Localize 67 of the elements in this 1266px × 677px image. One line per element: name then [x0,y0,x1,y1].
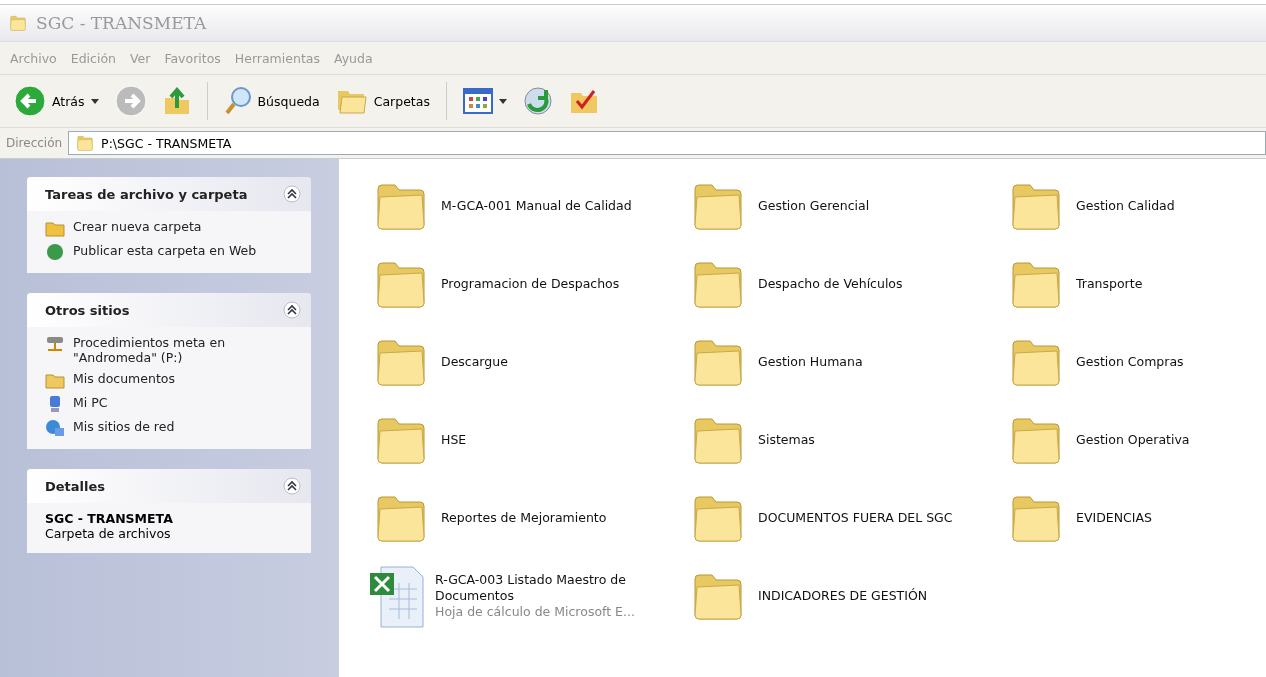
folder-icon [375,259,427,309]
folder-icon [692,571,744,621]
folder-icon [1010,259,1062,309]
grid-view-icon [462,88,493,114]
folder-name[interactable]: Despacho de Vehículos [758,276,903,292]
folder-icon [1010,337,1062,387]
folder-icon [1010,415,1062,465]
task-link[interactable]: Publicar esta carpeta en Web [45,243,297,261]
folder-icon [45,219,65,237]
caret-icon [90,98,99,104]
folder-icon [692,415,744,465]
collapse-icon[interactable] [283,301,301,319]
task-link[interactable]: Mis sitios de red [45,419,297,437]
task-link[interactable]: Procedimientos meta en "Andromeda" (P:) [45,335,297,365]
folders-button[interactable]: Carpetas [331,85,434,117]
caret-icon [498,98,507,104]
folder-name[interactable]: Reportes de Mejoramiento [441,510,607,526]
collapse-icon[interactable] [283,185,301,203]
panel-title: Tareas de archivo y carpeta [45,186,248,202]
folder-icon [1010,493,1062,543]
folder-icon [375,337,427,387]
folder-name[interactable]: Transporte [1076,276,1143,292]
folder-name[interactable]: Gestion Humana [758,354,863,370]
folder-icon [375,181,427,231]
folder-check-icon [568,87,599,115]
folder-icon [692,181,744,231]
folder-name[interactable]: Gestion Calidad [1076,198,1175,214]
network-drive-icon [45,335,65,353]
address-label: Dirección [6,136,63,150]
file-name[interactable]: R-GCA-003 Listado Maestro de Documentos [435,572,675,604]
folder-name[interactable]: Sistemas [758,432,815,448]
detail-type: Carpeta de archivos [45,526,172,541]
folder-name[interactable]: HSE [441,432,467,448]
search-button[interactable]: Búsqueda [219,84,324,118]
folder-name[interactable]: DOCUMENTOS FUERA DEL SGC [758,510,953,526]
folder-name[interactable]: Gestion Operativa [1076,432,1190,448]
back-button[interactable]: Atrás [10,83,103,119]
folder-name[interactable]: M-GCA-001 Manual de Calidad [441,198,632,214]
task-link[interactable]: Crear nueva carpeta [45,219,297,237]
detail-name: SGC - TRANSMETA [45,511,174,526]
spreadsheet-icon [369,563,425,629]
folder-name[interactable]: EVIDENCIAS [1076,510,1152,526]
address-field[interactable]: P:\SGC - TRANSMETA [68,131,1266,155]
panel-title: Otros sitios [45,302,130,318]
folder-icon [75,135,96,151]
folder-icon [45,371,65,389]
folder-icon [375,415,427,465]
folder-icon [1010,181,1062,231]
sync-icon [522,86,553,116]
folder-name[interactable]: Gestion Gerencial [758,198,870,214]
task-link[interactable]: Mis documentos [45,371,297,389]
folder-up-icon [162,86,191,116]
folder-name[interactable]: Gestion Compras [1076,354,1184,370]
folder-icon [692,337,744,387]
search-icon [223,86,252,116]
window-title: SGC - TRANSMETA [36,13,207,33]
folder-name[interactable]: Descargue [441,354,508,370]
folder-name[interactable]: INDICADORES DE GESTIÓN [758,588,928,604]
folder-name[interactable]: Programacion de Despachos [441,276,620,292]
panel-title: Detalles [45,478,106,494]
file-type: Hoja de cálculo de Microsoft E... [435,604,636,620]
folder-icon [8,15,28,31]
collapse-icon[interactable] [283,477,301,495]
folder-icon [375,493,427,543]
folder-icon [692,493,744,543]
folder-icon [692,259,744,309]
task-link[interactable]: Mi PC [45,395,297,413]
